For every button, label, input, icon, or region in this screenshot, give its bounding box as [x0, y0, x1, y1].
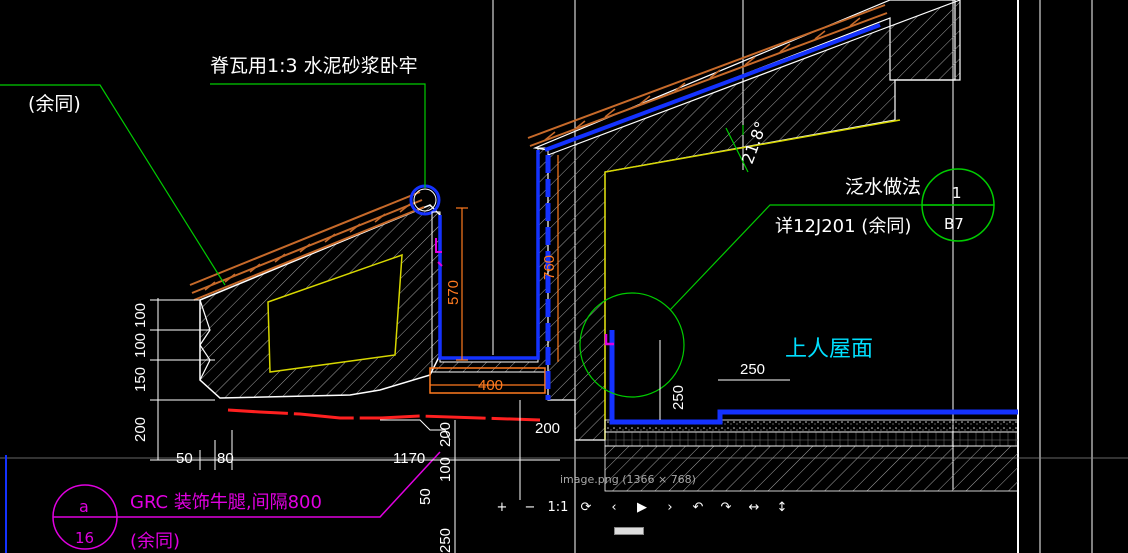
gutter-channel — [429, 147, 549, 394]
play-slideshow-button[interactable]: ▶ — [630, 497, 654, 517]
flip-vertical-button[interactable]: ↕ — [770, 497, 794, 517]
ridge-tile-note: 脊瓦用1:3 水泥砂浆卧牢 — [210, 55, 418, 77]
prev-image-button[interactable]: ‹ — [602, 497, 626, 517]
dim-250-horizontal: 250 — [740, 361, 765, 378]
flip-horizontal-button[interactable]: ↔ — [742, 497, 766, 517]
dim-vert-100: 100 — [437, 457, 454, 482]
cad-drawing: 脊瓦用1:3 水泥砂浆卧牢 (余同) 泛水做法 详12J201 (余同) 上人屋… — [0, 0, 1128, 553]
viewer-image-caption: image.png (1366 × 768) — [560, 473, 696, 486]
flashing-title: 泛水做法 — [845, 176, 921, 198]
roof-name: 上人屋面 — [785, 337, 873, 362]
dim-stack-100-b: 100 — [132, 333, 149, 358]
rotate-right-button[interactable]: ↷ — [714, 497, 738, 517]
dim-bottom-50: 50 — [176, 450, 193, 467]
dim-570: 570 — [445, 280, 462, 305]
dim-stack-200: 200 — [132, 417, 149, 442]
dim-stack-150: 150 — [132, 367, 149, 392]
red-soffit-line — [227, 408, 541, 422]
dim-bottom-80: 80 — [217, 450, 234, 467]
dim-250-vertical: 250 — [670, 385, 687, 410]
dim-400: 400 — [478, 377, 503, 394]
bubble-left-top: a — [79, 497, 89, 516]
left-eave-section — [199, 204, 441, 399]
flashing-ref: 详12J201 (余同) — [775, 216, 911, 237]
dim-vert-250: 250 — [437, 528, 454, 553]
viewer-toolbar: + −1:1 ⟳ ‹ ▶ › ↶ ↷ ↔ ↕ — [490, 496, 794, 518]
dim-bottom-1170: 1170 — [393, 450, 425, 467]
dim-200-gutter: 200 — [437, 422, 454, 447]
rotate-left-button[interactable]: ↶ — [686, 497, 710, 517]
bubble-right-bottom: B7 — [944, 215, 964, 233]
actual-size-button[interactable]: 1:1 — [546, 497, 570, 517]
grc-same: (余同) — [130, 531, 180, 552]
bubble-right-top: 1 — [952, 184, 962, 202]
next-image-button[interactable]: › — [658, 497, 682, 517]
dim-vert-50: 50 — [417, 488, 434, 505]
viewer-thumbnail[interactable] — [614, 527, 644, 535]
dim-760: 760 — [541, 255, 558, 280]
dim-200-right: 200 — [535, 420, 560, 437]
zoom-out-button[interactable]: − — [518, 497, 542, 517]
fit-screen-button[interactable]: ⟳ — [574, 497, 598, 517]
zoom-in-button[interactable]: + — [490, 497, 514, 517]
grc-note: GRC 装饰牛腿,间隔800 — [130, 492, 322, 513]
bubble-left-bottom: 16 — [75, 529, 94, 547]
same-note-left: (余同) — [28, 93, 81, 115]
dim-stack-100-a: 100 — [132, 303, 149, 328]
